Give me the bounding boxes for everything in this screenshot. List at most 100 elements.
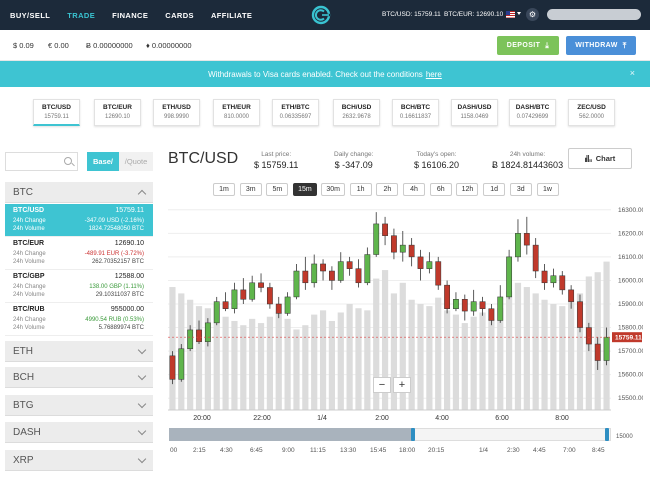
- navigator-handle-left[interactable]: [411, 428, 415, 441]
- pair-row-btc-eur[interactable]: BTC/EUR 12690.10 24h Change 24h Volume -489.…: [5, 237, 153, 270]
- timeframe-1d[interactable]: 1d: [483, 183, 506, 196]
- base-toggle-button[interactable]: Base/: [87, 152, 119, 171]
- ticker-eth-eur[interactable]: ETH/EUR 810.0000: [213, 99, 260, 126]
- ticker-name: DASH/BTC: [515, 104, 550, 111]
- us-flag-icon[interactable]: [506, 11, 515, 18]
- volume-bar: [426, 306, 433, 410]
- timeframe-1m[interactable]: 1m: [213, 183, 235, 196]
- nav-link-affiliate[interactable]: AFFILIATE: [211, 11, 252, 20]
- chevron-down-icon: [137, 454, 147, 464]
- pair-name: BTC/EUR: [13, 240, 45, 247]
- timeframe-1h[interactable]: 1h: [349, 183, 372, 196]
- withdraw-button[interactable]: WITHDRAW ⤒: [566, 36, 636, 55]
- group-dash[interactable]: DASH: [5, 422, 153, 443]
- quote-toggle-button[interactable]: /Quote: [119, 152, 153, 171]
- pair-row-btc-rub[interactable]: BTC/RUB 955000.00 24h Change 24h Volume 4990…: [5, 303, 153, 336]
- chart-button[interactable]: Chart: [568, 148, 632, 169]
- timeframe-30m[interactable]: 30m: [321, 183, 345, 196]
- pair-price: 12690.10: [114, 240, 144, 247]
- cex-logo-icon[interactable]: [311, 5, 333, 25]
- y-tick-label: 16300.00: [618, 207, 643, 214]
- last-price-label: 15759.11: [615, 335, 642, 342]
- ticker-eth-usd[interactable]: ETH/USD 998.9990: [153, 99, 200, 126]
- volume-bar: [311, 314, 318, 410]
- timeframe-3m[interactable]: 3m: [239, 183, 262, 196]
- group-bch[interactable]: BCH: [5, 367, 153, 388]
- nav-link-finance[interactable]: FINANCE: [112, 11, 148, 20]
- x-tick-label: 1/4: [317, 415, 327, 422]
- x-tick-label: 8:00: [555, 415, 569, 422]
- candle-down: [329, 270, 335, 281]
- ticker-name: ETH/USD: [162, 104, 191, 111]
- pair-change: -347.09 USD (-2.16%): [84, 218, 144, 224]
- timeframe-4h[interactable]: 4h: [403, 183, 426, 196]
- navigator-time-label: 20:15: [428, 447, 445, 454]
- chevron-down-icon[interactable]: [517, 12, 521, 15]
- y-tick-label: 15900.00: [618, 301, 643, 308]
- navigator-time-label: 7:00: [563, 447, 576, 454]
- group-eth[interactable]: ETH: [5, 341, 153, 362]
- timeframe-2h[interactable]: 2h: [376, 183, 399, 196]
- ticker-bch-usd[interactable]: BCH/USD 2632.9678: [333, 99, 380, 126]
- user-account-menu[interactable]: [547, 9, 641, 20]
- timeframe-12h[interactable]: 12h: [456, 183, 479, 196]
- nav-link-buysell[interactable]: BUY/SELL: [10, 11, 50, 20]
- timeframe-6h[interactable]: 6h: [429, 183, 452, 196]
- ticker-dash-btc[interactable]: DASH/BTC 0.07429699: [509, 99, 556, 126]
- timeframe-1w[interactable]: 1w: [536, 183, 559, 196]
- ticker-eth-btc[interactable]: ETH/BTC 0.06335697: [272, 99, 319, 126]
- timeframe-15m[interactable]: 15m: [293, 183, 317, 196]
- volume-bar: [479, 312, 486, 410]
- ticker-price: 2632.9678: [342, 114, 371, 120]
- ticker-name: BTC/USD: [42, 104, 71, 111]
- volume-bar: [337, 312, 344, 410]
- group-label: DASH: [13, 427, 41, 438]
- ticker-dash-usd[interactable]: DASH/USD 1158.0469: [451, 99, 498, 126]
- pair-volume: 29.10311037 BTC: [95, 292, 144, 298]
- candle-up: [550, 275, 557, 284]
- volume-bar: [364, 310, 371, 410]
- ticker-btc-usd[interactable]: BTC/USD 15759.11: [33, 99, 80, 126]
- zoom-in-button[interactable]: +: [393, 377, 411, 393]
- navigator-time-label: 9:00: [282, 447, 295, 454]
- chevron-down-icon: [137, 345, 147, 355]
- candle-up: [187, 329, 194, 350]
- candle-down: [435, 261, 442, 286]
- nav-link-trade[interactable]: TRADE: [67, 11, 95, 20]
- group-xrp[interactable]: XRP: [5, 450, 153, 471]
- timeframe-5m[interactable]: 5m: [266, 183, 289, 196]
- candle-up: [178, 348, 185, 380]
- ticker-btc-eur[interactable]: BTC/EUR 12690.10: [94, 99, 141, 126]
- group-btc[interactable]: BTC: [5, 182, 153, 203]
- ticker-price: 0.06335697: [279, 114, 312, 120]
- nav-link-cards[interactable]: CARDS: [165, 11, 194, 20]
- volume-bar: [275, 312, 282, 410]
- deposit-button[interactable]: DEPOSIT ⤓: [497, 36, 559, 55]
- y-tick-label: 15700.00: [618, 348, 643, 355]
- price-chart[interactable]: 15500.00 15600.00 15700.00 15800.00 15900.00…: [168, 198, 643, 428]
- navigator-selection[interactable]: [169, 428, 413, 441]
- ticker-zec-usd[interactable]: ZEC/USD 562.0000: [568, 99, 615, 126]
- ticker-name: BTC/EUR: [103, 104, 132, 111]
- group-label: BTC: [13, 187, 33, 198]
- ticker-bch-btc[interactable]: BCH/BTC 0.16611837: [392, 99, 439, 126]
- change-label: 24h Change: [13, 251, 46, 257]
- nav-links: BUY/SELL TRADE FINANCE CARDS AFFILIATE: [0, 11, 269, 20]
- close-icon[interactable]: ×: [630, 68, 635, 78]
- banner-link[interactable]: here: [426, 70, 442, 79]
- pair-price: 12588.00: [114, 273, 144, 280]
- y-tick-label: 16000.00: [618, 277, 643, 284]
- zoom-out-button[interactable]: −: [373, 377, 391, 393]
- timeframe-3d[interactable]: 3d: [509, 183, 532, 196]
- settings-icon[interactable]: ⚙: [526, 8, 539, 21]
- y-tick-label: 15600.00: [618, 372, 643, 379]
- search-input[interactable]: [5, 152, 78, 171]
- group-btg[interactable]: BTG: [5, 395, 153, 416]
- navigator-handle-right[interactable]: [605, 428, 609, 441]
- pair-row-btc-usd[interactable]: BTC/USD 15759.11 24h Change 24h Volume -347.…: [5, 204, 153, 237]
- volume-bar: [293, 329, 300, 410]
- stat-3: 24h volume: Ƀ 1824.81443603: [492, 151, 563, 170]
- ticker-price: 998.9990: [163, 114, 190, 120]
- stat-0: Last price: $ 15759.11: [254, 151, 298, 170]
- pair-row-btc-gbp[interactable]: BTC/GBP 12588.00 24h Change 24h Volume 138.0…: [5, 270, 153, 303]
